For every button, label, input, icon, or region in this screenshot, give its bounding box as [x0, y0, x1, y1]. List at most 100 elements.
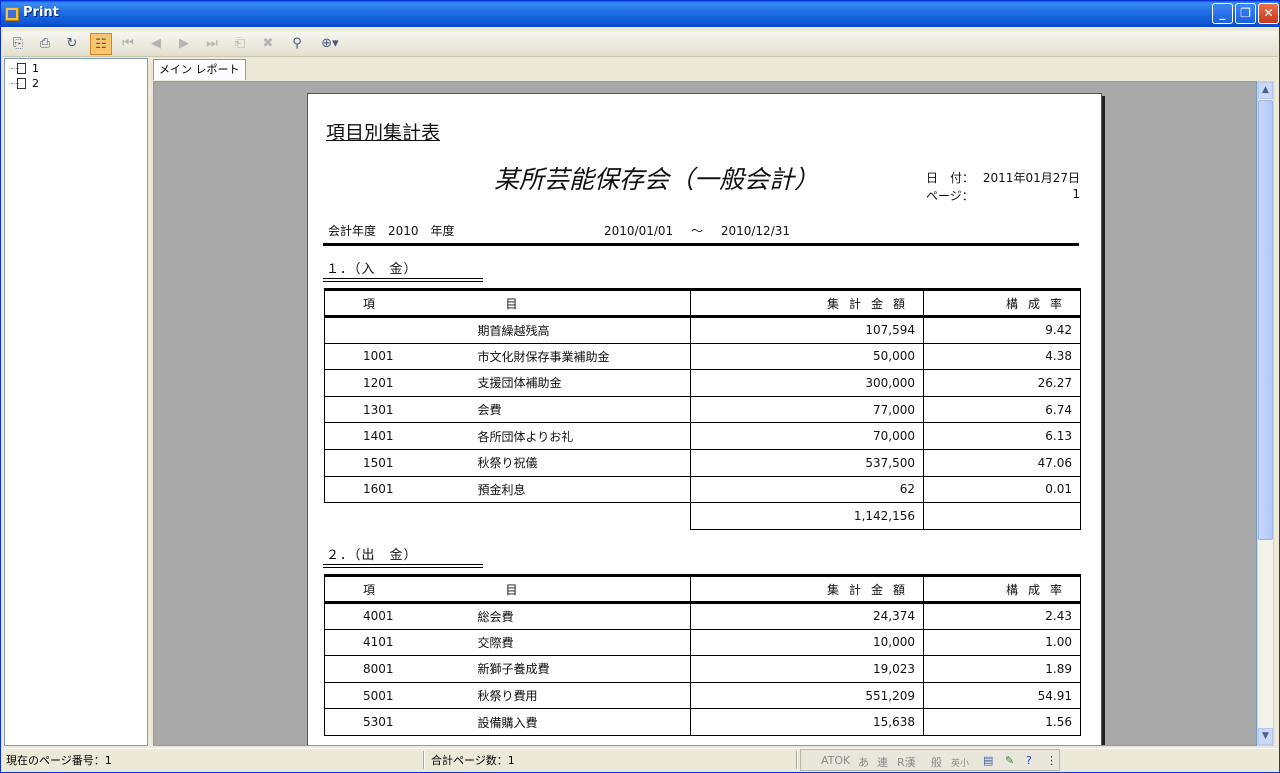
- divider: [796, 751, 798, 769]
- date-field: 日 付： 2011年01月27日: [926, 169, 1080, 186]
- row-name: 支援団体補助金: [469, 369, 691, 397]
- row-rate: 26.27: [923, 369, 1081, 397]
- page-label: ページ：: [926, 189, 974, 203]
- row-name: 秋祭り祝儀: [469, 448, 691, 477]
- row-name: 期首繰越残高: [469, 316, 691, 344]
- ime-options-icon[interactable]: ⋮: [1046, 754, 1057, 767]
- tree-item-label: 2: [32, 77, 39, 90]
- ime-alpha[interactable]: 英小: [951, 756, 969, 769]
- minimize-button[interactable]: _: [1212, 3, 1233, 24]
- header-code: 項: [324, 574, 470, 604]
- income-table: 項 目 集計金額 構成率 期首繰越残高 107,594 9.42 1001 市文化財保…: [324, 288, 1081, 530]
- header-code: 項: [324, 288, 470, 318]
- zoom-icon[interactable]: ⊕▾: [315, 33, 345, 55]
- row-rate: 1.89: [923, 655, 1081, 683]
- group-tree-icon[interactable]: ☷: [90, 33, 112, 55]
- row-rate: 0.01: [923, 475, 1081, 504]
- table-row: 8001 新獅子養成費 19,023 1.89: [324, 655, 1081, 683]
- row-amount: 300,000: [690, 369, 924, 397]
- stop-icon[interactable]: ✖: [257, 33, 279, 55]
- income-section-title: １．（入 金）: [326, 262, 418, 277]
- ime-conversion[interactable]: 連: [877, 754, 888, 770]
- row-code: [324, 316, 470, 344]
- row-rate: 4.38: [923, 342, 1081, 371]
- ime-edit-icon[interactable]: ✎: [1005, 754, 1014, 767]
- row-name: 新獅子養成費: [469, 655, 691, 683]
- scroll-thumb[interactable]: [1258, 100, 1273, 540]
- row-code: 1501: [324, 448, 470, 477]
- title-bar[interactable]: Print _ ❐ ✕: [1, 1, 1279, 27]
- row-rate: 1.56: [923, 708, 1081, 736]
- header-name: 目: [469, 288, 691, 318]
- prev-page-icon[interactable]: ◀: [145, 33, 167, 55]
- tree-item-label: 1: [32, 62, 39, 75]
- row-name: 総会費: [469, 602, 691, 630]
- report-title: 項目別集計表: [326, 122, 441, 144]
- table-header: 項 目 集計金額 構成率: [324, 574, 1081, 604]
- tab-main-report[interactable]: メイン レポート: [153, 59, 246, 80]
- expense-section-title: ２．（出 金）: [326, 548, 418, 563]
- header-name: 目: [469, 574, 691, 604]
- row-code: 1201: [324, 369, 470, 397]
- divider: [423, 751, 425, 769]
- row-amount: 24,374: [690, 602, 924, 630]
- row-rate: 1.00: [923, 628, 1081, 657]
- page-field: ページ： 1: [926, 187, 1080, 204]
- page-value: 1: [1072, 187, 1080, 201]
- row-code: 8001: [324, 655, 470, 683]
- report-viewer[interactable]: 項目別集計表 某所芸能保存会（一般会計） 日 付： 2011年01月27日 ペー…: [153, 81, 1257, 746]
- ime-general[interactable]: 般: [931, 754, 942, 770]
- empty-cell: [470, 503, 691, 530]
- tree-item[interactable]: 1: [11, 62, 39, 76]
- row-code: 4001: [324, 602, 470, 630]
- scroll-up-icon[interactable]: ▲: [1258, 82, 1273, 99]
- empty-cell: [923, 502, 1081, 530]
- ime-atok[interactable]: ATOK: [821, 754, 850, 767]
- empty-cell: [325, 503, 470, 530]
- ime-hiragana[interactable]: あ: [858, 754, 869, 770]
- expense-table: 項 目 集計金額 構成率 4001 総会費 24,374 2.43 4101 交際費 10…: [324, 574, 1081, 736]
- print-icon[interactable]: ⎙: [34, 33, 56, 55]
- table-row: 1301 会費 77,000 6.74: [324, 395, 1081, 424]
- export-icon[interactable]: ⎘: [7, 33, 29, 55]
- table-row: 1401 各所団体よりお礼 70,000 6.13: [324, 422, 1081, 450]
- row-amount: 50,000: [690, 342, 924, 371]
- tree-item[interactable]: 2: [11, 77, 39, 91]
- row-name: 預金利息: [469, 475, 691, 504]
- period-from: 2010/01/01: [604, 224, 674, 238]
- table-row: 5001 秋祭り費用 551,209 54.91: [324, 681, 1081, 710]
- table-row: 1601 預金利息 62 0.01: [324, 475, 1081, 504]
- toolbar: ⎘ ⎙ ↻ ☷ ⏮ ◀ ▶ ⏭ ⎗ ✖ ⚲ ⊕▾: [3, 31, 1278, 57]
- row-code: 5301: [324, 708, 470, 736]
- row-rate: 47.06: [923, 448, 1081, 477]
- table-row: 4001 総会費 24,374 2.43: [324, 602, 1081, 630]
- divider: [323, 243, 1079, 246]
- table-row: 1001 市文化財保存事業補助金 50,000 4.38: [324, 342, 1081, 371]
- row-code: 5001: [324, 681, 470, 710]
- income-total: 1,142,156: [690, 502, 924, 530]
- row-amount: 10,000: [690, 628, 924, 657]
- window-title: Print: [23, 5, 59, 20]
- refresh-icon[interactable]: ↻: [61, 33, 83, 55]
- row-amount: 15,638: [690, 708, 924, 736]
- fiscal-year: 会計年度 2010 年度: [328, 224, 455, 238]
- report-page: 項目別集計表 某所芸能保存会（一般会計） 日 付： 2011年01月27日 ペー…: [307, 93, 1102, 745]
- row-name: 秋祭り費用: [469, 681, 691, 710]
- group-tree: 1 2: [4, 58, 148, 746]
- goto-page-icon[interactable]: ⎗: [229, 33, 251, 55]
- ime-romaji[interactable]: R漢: [897, 754, 916, 770]
- ime-help-icon[interactable]: ?: [1026, 754, 1032, 767]
- close-button[interactable]: ✕: [1258, 3, 1279, 24]
- app-icon: [5, 7, 19, 21]
- date-value: 2011年01月27日: [982, 171, 1080, 185]
- search-icon[interactable]: ⚲: [286, 33, 308, 55]
- scroll-down-icon[interactable]: ▼: [1258, 728, 1273, 745]
- vertical-scrollbar[interactable]: ▲ ▼: [1257, 81, 1274, 746]
- ime-pad-icon[interactable]: ▤: [983, 754, 993, 767]
- next-page-icon[interactable]: ▶: [173, 33, 195, 55]
- last-page-icon[interactable]: ⏭: [201, 33, 223, 55]
- first-page-icon[interactable]: ⏮: [117, 33, 139, 55]
- row-rate: 6.74: [923, 395, 1081, 424]
- divider: [323, 278, 483, 282]
- maximize-button[interactable]: ❐: [1235, 3, 1256, 24]
